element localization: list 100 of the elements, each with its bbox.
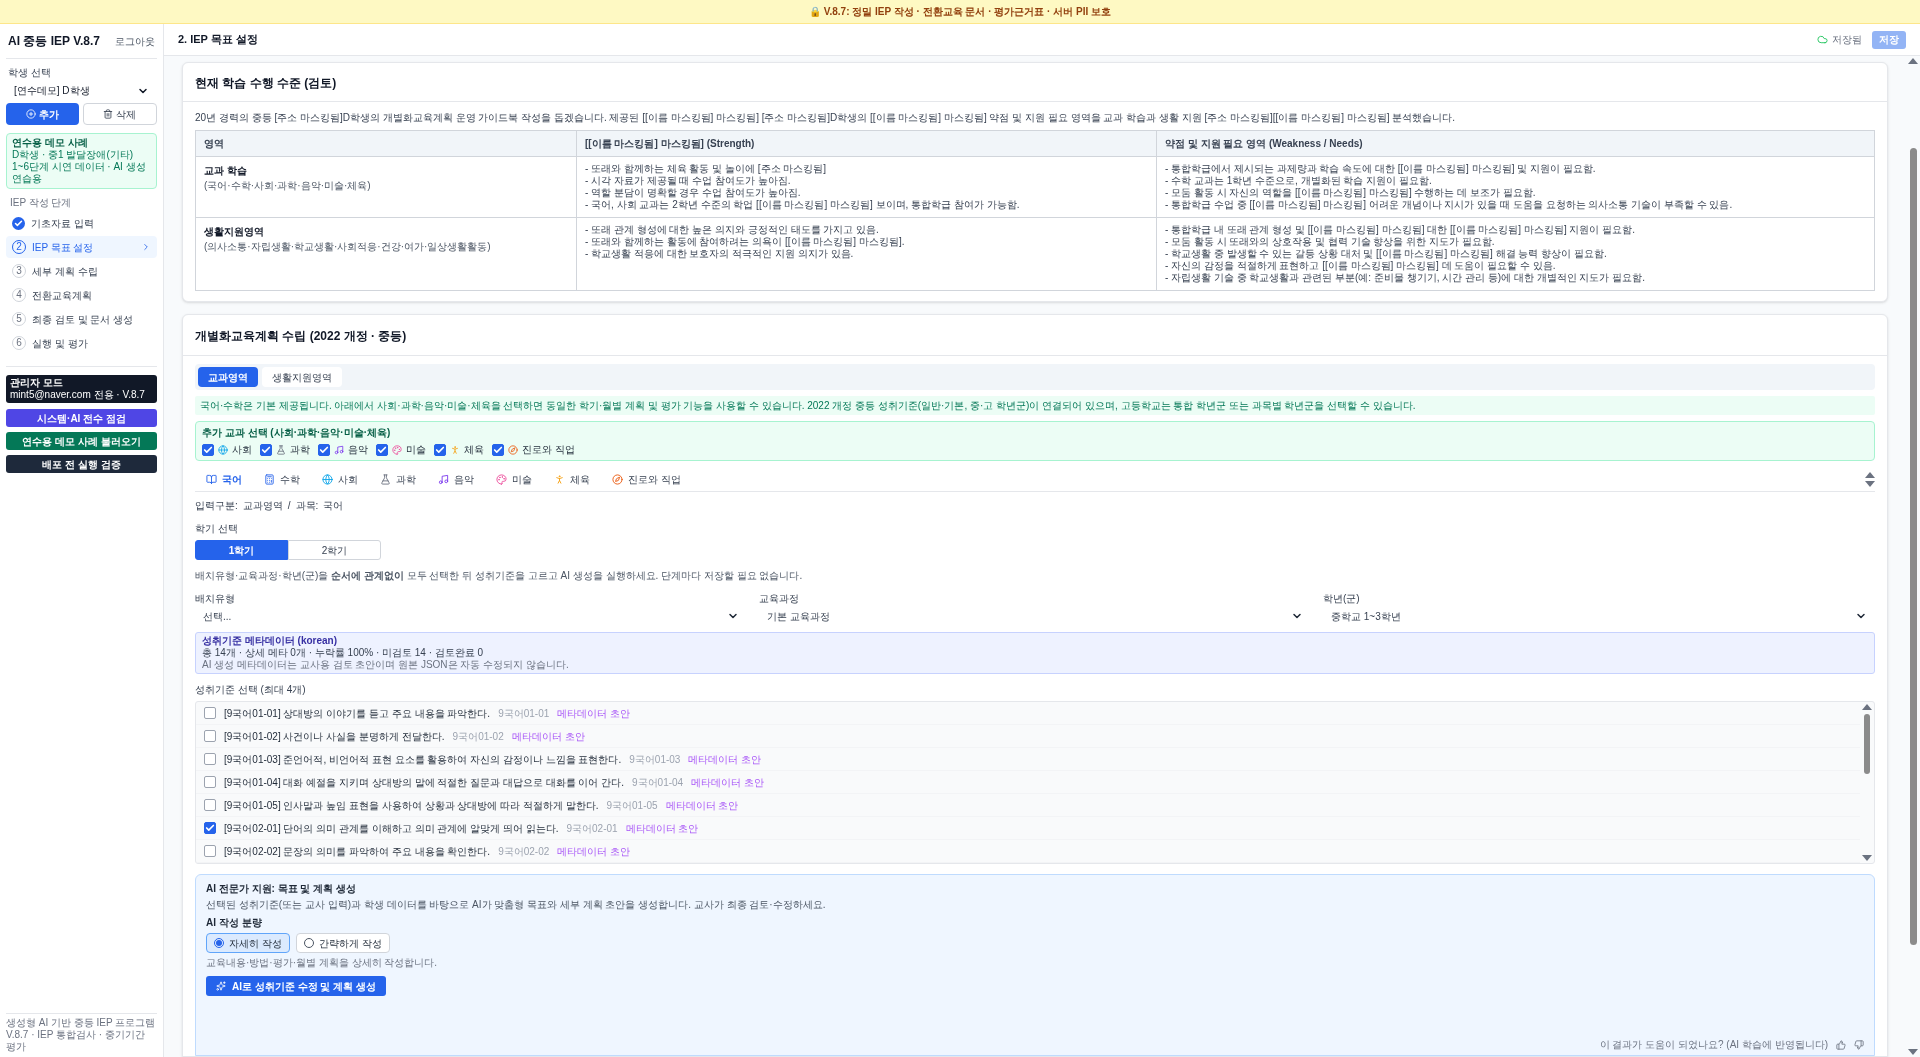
checkbox[interactable]: [204, 707, 216, 719]
globe-icon: [322, 473, 333, 485]
music-note-icon: [334, 444, 344, 455]
subject-label: 미술: [406, 443, 426, 457]
strength-text: - 또래와 함께하는 체육 활동 및 놀이에 [주소 마스킹됨]: [585, 163, 828, 175]
field-label: AI 작성 분량: [206, 916, 263, 930]
flask-icon: [380, 473, 391, 485]
checkbox[interactable]: [492, 443, 504, 456]
mode-option[interactable]: 자세히 작성: [206, 933, 290, 953]
draft-tag: 메타데이터 초안: [557, 705, 631, 721]
page-title: 2. IEP 목표 설정: [178, 32, 258, 48]
step-item[interactable]: 6 실행 및 평가: [6, 332, 157, 354]
compass-icon: [508, 444, 518, 455]
strength-text: - 시각 자료가 제공될 때 수업 참여도가 높아짐.: [585, 175, 792, 187]
standard-code: 9국어01-03: [629, 752, 681, 767]
semester-option[interactable]: 2학기: [288, 540, 381, 560]
mode-option[interactable]: 간략하게 작성: [295, 933, 390, 953]
scroll-up-arrow-icon[interactable]: [1865, 471, 1875, 478]
step-item[interactable]: 2 IEP 목표 설정: [6, 236, 157, 258]
scroll-up-arrow-icon[interactable]: [1908, 58, 1918, 64]
dropdown-select[interactable]: 중학교 1~3학년: [1323, 606, 1875, 626]
subject-tab[interactable]: 진로와 직업: [628, 471, 681, 487]
subject-tab[interactable]: 과학: [396, 471, 416, 487]
panel-title: AI 전문가 지원: 목표 및 계획 생성: [206, 882, 357, 896]
thumbs-down-icon[interactable]: [1854, 1039, 1864, 1050]
breadcrumb-text: /: [287, 499, 291, 513]
scroll-down-arrow-icon[interactable]: [1865, 480, 1875, 487]
strength-text: - 역할 분담이 명확할 경우 수업 참여도가 높아짐.: [585, 187, 802, 199]
standard-code: 9국어01-05: [606, 798, 658, 813]
action-button[interactable]: 연수용 데모 사례 불러오기: [6, 432, 157, 450]
subject-tab[interactable]: 국어: [222, 471, 242, 487]
strength-text: - 또래 관계 형성에 대한 높은 의지와 긍정적인 태도를 가지고 있음.: [585, 224, 880, 236]
column-header: [[이름 마스킹됨] 마스킹됨] (Strength): [576, 131, 1156, 157]
subject-tab[interactable]: 사회: [338, 471, 358, 487]
area-tab[interactable]: 생활지원영역: [262, 367, 342, 387]
sparkle-icon: [216, 981, 226, 991]
subject-tab[interactable]: 수학: [280, 471, 300, 487]
draft-tag: 메타데이터 초안: [665, 797, 739, 813]
generate-button[interactable]: AI로 성취기준 수정 및 계획 생성: [206, 976, 386, 996]
breadcrumb-text: 국어: [323, 499, 344, 513]
mode-note: 교육내용·방법·평가·월별 계획을 상세히 작성합니다.: [206, 956, 439, 970]
check-icon: [12, 216, 25, 230]
page-scrollbar[interactable]: [1906, 56, 1920, 1057]
needs-text: - 모둠 활동 시 또래와의 상호작용 및 협력 기술 향상을 위한 지도가 필요함.: [1165, 236, 1496, 248]
checkbox[interactable]: [204, 822, 216, 834]
banner-text: 🔒 V.8.7: 정밀 IEP 작성 · 전환교육 문서 · 평가근거표 · 서버 PII 보호: [808, 5, 1111, 19]
scrollbar[interactable]: [1860, 702, 1874, 863]
draft-tag: 메타데이터 초안: [688, 751, 762, 767]
needs-text: - 모둠 활동 시 자신의 역할을 [[이름 마스킹됨] 마스킹됨] 수행하는 데 보조가 필요함.: [1165, 187, 1537, 199]
needs-text: - 수학 교과는 1학년 수준으로, 개별화된 학습 지원이 필요함.: [1165, 175, 1433, 187]
subject-label: 음악: [348, 443, 368, 457]
notice-text: D학생 · 중1 발달장애(기타): [12, 149, 135, 161]
add-button[interactable]: 추가: [6, 103, 79, 125]
delete-button[interactable]: 삭제: [82, 103, 157, 125]
thumbs-up-icon[interactable]: [1836, 1039, 1846, 1050]
step-item[interactable]: 5 최종 검토 및 문서 생성: [6, 308, 157, 330]
palette-icon: [392, 444, 402, 455]
checkbox[interactable]: [204, 799, 216, 811]
checkbox[interactable]: [434, 443, 446, 456]
column-header: 약점 및 지원 필요 영역 (Weakness / Needs): [1156, 131, 1874, 157]
semester-option[interactable]: 1학기: [195, 540, 288, 560]
draft-tag: 메타데이터 초안: [691, 774, 764, 790]
field-label: 교육과정: [759, 592, 800, 606]
checkbox[interactable]: [260, 443, 272, 456]
needs-text: - 통합학급 내 또래 관계 형성 및 [[이름 마스킹됨] 마스킹됨] 대한 [[이름 마스킹됨] 마스킹됨] 지원이 필요함.: [1165, 224, 1636, 236]
logout-link[interactable]: 로그아웃: [115, 33, 155, 49]
draft-tag: 메타데이터 초안: [557, 843, 631, 859]
subject-tab[interactable]: 체육: [570, 471, 590, 487]
student-select[interactable]: [연수데모] D학생: [6, 80, 157, 101]
person-icon: [554, 473, 565, 485]
action-button[interactable]: 배포 전 실행 검증: [6, 455, 157, 473]
subject-tab[interactable]: 미술: [512, 471, 532, 487]
checkbox[interactable]: [202, 443, 214, 456]
checkbox[interactable]: [318, 443, 330, 456]
checkbox[interactable]: [204, 776, 216, 788]
dropdown-select[interactable]: 선택...: [195, 606, 747, 626]
action-button[interactable]: 시스템·AI 전수 점검: [6, 409, 157, 427]
step-item[interactable]: 기초자료 입력: [6, 212, 157, 234]
standard-code: 9국어02-02: [498, 844, 550, 859]
scroll-down-arrow-icon[interactable]: [1862, 855, 1872, 861]
checkbox[interactable]: [376, 443, 388, 456]
footer-text: 생성형 AI 기반 중등 IEP 프로그램: [6, 1017, 157, 1029]
scroll-up-arrow-icon[interactable]: [1862, 704, 1872, 710]
strength-text: - 학교생활 적응에 대한 보호자의 적극적인 지원 의지가 있음.: [585, 248, 855, 260]
step-item[interactable]: 4 전환교육계획: [6, 284, 157, 306]
subject-label: 과학: [290, 443, 310, 457]
area-tab[interactable]: 교과영역: [198, 367, 258, 387]
breadcrumb-text: 입력구분:: [195, 499, 238, 513]
step-item[interactable]: 3 세부 계획 수립: [6, 260, 157, 282]
notice-title: 연수용 데모 사례: [12, 137, 89, 149]
checkbox[interactable]: [204, 730, 216, 742]
standard-text: [9국어01-02] 사건이나 사실을 분명하게 전달한다.: [224, 729, 445, 744]
subject-label: 진로와 직업: [522, 443, 575, 457]
dropdown-select[interactable]: 기본 교육과정: [759, 606, 1311, 626]
scroll-down-arrow-icon[interactable]: [1908, 1049, 1918, 1055]
checkbox[interactable]: [204, 845, 216, 857]
subject-label: 사회: [232, 443, 252, 457]
checkbox[interactable]: [204, 753, 216, 765]
subject-tab[interactable]: 음악: [454, 471, 474, 487]
area-name: 생활지원영역: [204, 225, 265, 239]
